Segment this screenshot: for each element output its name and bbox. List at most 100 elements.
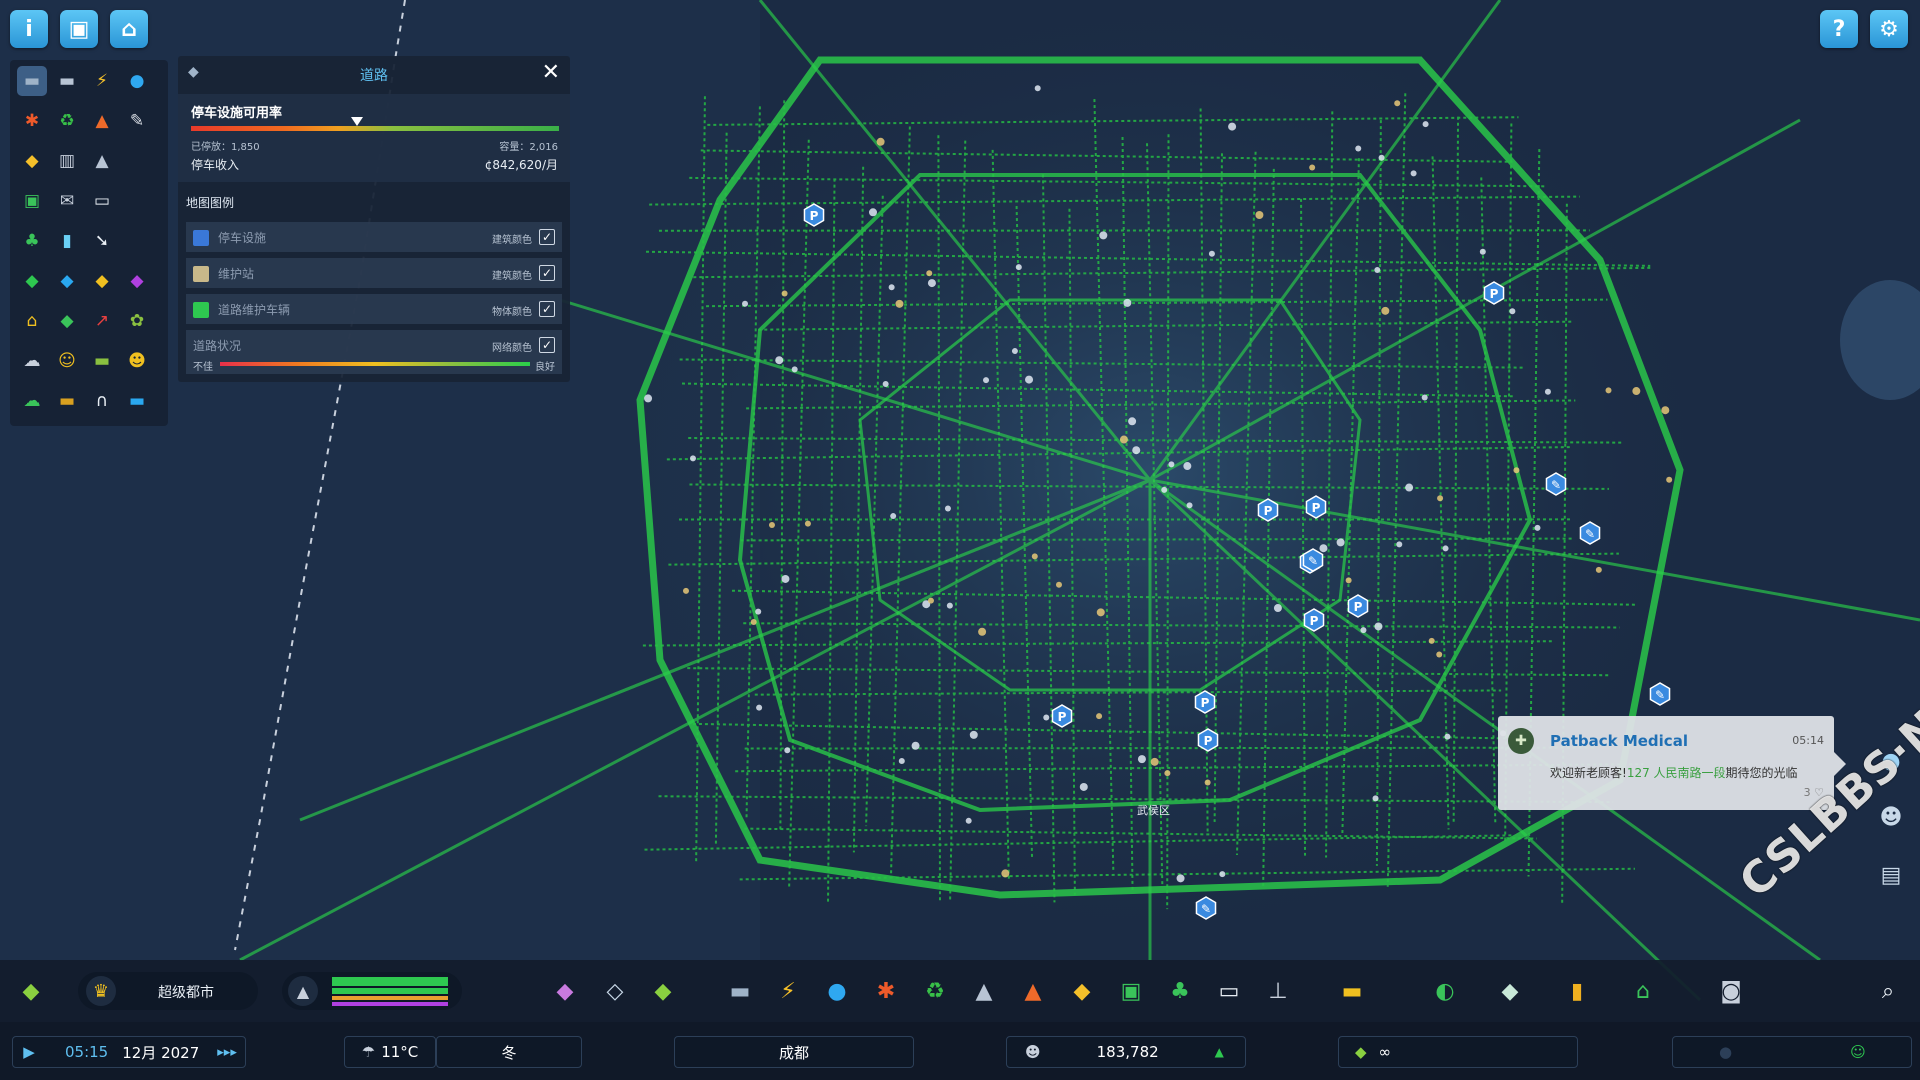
building-marker[interactable] — [898, 758, 905, 765]
water-icon[interactable]: ● — [820, 974, 854, 1008]
demand-pill[interactable]: ▲ — [282, 972, 462, 1010]
car-icon[interactable]: ▬ — [52, 66, 82, 96]
landscaping-icon[interactable]: ◆ — [646, 974, 680, 1008]
map-tiles-icon[interactable]: ◆ — [1493, 974, 1527, 1008]
building-marker[interactable] — [1096, 713, 1103, 720]
building-marker[interactable] — [1055, 581, 1062, 588]
trend-icon[interactable]: ↗ — [87, 306, 117, 336]
economy-icon[interactable]: ⌂ — [1626, 974, 1660, 1008]
building-marker[interactable] — [768, 521, 775, 528]
building-marker[interactable] — [946, 602, 953, 609]
help-button[interactable]: ? — [1820, 10, 1858, 48]
building-marker[interactable] — [755, 608, 762, 615]
building-marker[interactable] — [1015, 264, 1022, 271]
electricity-icon[interactable]: ⚡ — [771, 974, 805, 1008]
building-marker[interactable] — [1204, 779, 1211, 786]
maintenance-marker[interactable]: ✎ — [1649, 682, 1671, 706]
speed-button[interactable]: ▸▸▸ — [217, 1045, 237, 1060]
groundwater-icon[interactable]: ▬ — [122, 386, 152, 416]
transport-icon[interactable]: ▣ — [1114, 974, 1148, 1008]
building-marker[interactable] — [927, 597, 934, 604]
settings-button[interactable]: ⚙ — [1870, 10, 1908, 48]
building-marker[interactable] — [1513, 467, 1520, 474]
building-marker[interactable] — [1410, 170, 1417, 177]
police-station-icon[interactable]: ◆ — [1065, 974, 1099, 1008]
land-value-icon[interactable]: ◆ — [52, 306, 82, 336]
building-marker[interactable] — [1372, 795, 1379, 802]
building-marker[interactable] — [1437, 495, 1444, 502]
building-marker[interactable] — [1228, 122, 1237, 131]
building-marker[interactable] — [742, 300, 749, 307]
weather-display[interactable]: ☂ 11°C — [344, 1036, 436, 1068]
zone-office-icon[interactable]: ◆ — [122, 266, 152, 296]
chirp-sender[interactable]: Patback Medical — [1550, 732, 1688, 750]
building-marker[interactable] — [1161, 486, 1168, 493]
legend-checkbox-vehicles[interactable]: ✓ — [539, 301, 555, 317]
building-marker[interactable] — [1345, 577, 1352, 584]
worker-icon[interactable]: ☻ — [122, 346, 152, 376]
camera-icon[interactable]: ◙ — [1714, 974, 1748, 1008]
maintenance-marker[interactable]: ✎ — [1545, 472, 1567, 496]
resources-icon[interactable]: ▬ — [52, 386, 82, 416]
chat-icon[interactable]: ▭ — [87, 186, 117, 216]
building-marker[interactable] — [1381, 306, 1390, 315]
building-marker[interactable] — [750, 619, 757, 626]
parking-marker[interactable]: P — [1303, 608, 1325, 632]
building-marker[interactable] — [890, 513, 897, 520]
road-icon[interactable]: ▬ — [17, 66, 47, 96]
building-marker[interactable] — [978, 627, 987, 636]
building-marker[interactable] — [1025, 375, 1034, 384]
building-marker[interactable] — [1394, 100, 1401, 107]
legend-checkbox-maintenance[interactable]: ✓ — [539, 265, 555, 281]
building-marker[interactable] — [1150, 757, 1159, 766]
search-icon[interactable]: ⌕ — [1871, 974, 1905, 1008]
building-marker[interactable] — [1421, 394, 1428, 401]
building-marker[interactable] — [1378, 154, 1385, 161]
maintenance-marker[interactable]: ✎ — [1195, 896, 1217, 920]
medical-icon[interactable]: ✱ — [17, 106, 47, 136]
happiness-display[interactable]: ● ☺ — [1672, 1036, 1912, 1068]
map-layers-button[interactable]: ◆ — [14, 974, 48, 1008]
landmark-icon[interactable]: ⊥ — [1261, 974, 1295, 1008]
building-marker[interactable] — [1666, 476, 1673, 483]
building-marker[interactable] — [1183, 462, 1192, 471]
bus-icon[interactable]: ▣ — [17, 186, 47, 216]
building-marker[interactable] — [944, 505, 951, 512]
building-marker[interactable] — [1079, 782, 1088, 791]
building-marker[interactable] — [1043, 714, 1050, 721]
health-icon[interactable]: ✱ — [869, 974, 903, 1008]
building-marker[interactable] — [1255, 210, 1264, 219]
school-icon[interactable]: ▲ — [967, 974, 1001, 1008]
building-marker[interactable] — [1186, 502, 1193, 509]
house-icon[interactable]: ⌂ — [17, 306, 47, 336]
maintenance-marker[interactable]: ✎ — [1579, 521, 1601, 545]
building-marker[interactable] — [983, 377, 990, 384]
parking-marker[interactable]: P — [1257, 498, 1279, 522]
fire-station-icon[interactable]: ▲ — [1016, 974, 1050, 1008]
building-marker[interactable] — [869, 208, 878, 217]
building-marker[interactable] — [1632, 387, 1641, 396]
building-marker[interactable] — [1595, 566, 1602, 573]
mail-icon[interactable]: ✉ — [52, 186, 82, 216]
building-marker[interactable] — [1164, 770, 1171, 777]
building-marker[interactable] — [882, 381, 889, 388]
tools-icon[interactable]: ✎ — [122, 106, 152, 136]
milestone-pill[interactable]: ♛ 超级都市 — [78, 972, 258, 1010]
building-marker[interactable] — [689, 455, 696, 462]
money-icon[interactable]: ▬ — [87, 346, 117, 376]
info-button[interactable]: i — [10, 10, 48, 48]
zone-commercial-icon[interactable]: ◆ — [52, 266, 82, 296]
zone-residential-icon[interactable]: ◆ — [17, 266, 47, 296]
building-marker[interactable] — [781, 290, 788, 297]
building-marker[interactable] — [1396, 541, 1403, 548]
building-marker[interactable] — [965, 817, 972, 824]
building-marker[interactable] — [1208, 250, 1215, 257]
building-marker[interactable] — [1428, 637, 1435, 644]
zone-industrial-icon[interactable]: ◆ — [87, 266, 117, 296]
building-marker[interactable] — [1319, 544, 1328, 553]
legend-checkbox-parking[interactable]: ✓ — [539, 229, 555, 245]
building-marker[interactable] — [1031, 553, 1038, 560]
building-marker[interactable] — [1374, 622, 1383, 631]
building-marker[interactable] — [1099, 231, 1108, 240]
statistics-icon[interactable]: ▮ — [1560, 974, 1594, 1008]
